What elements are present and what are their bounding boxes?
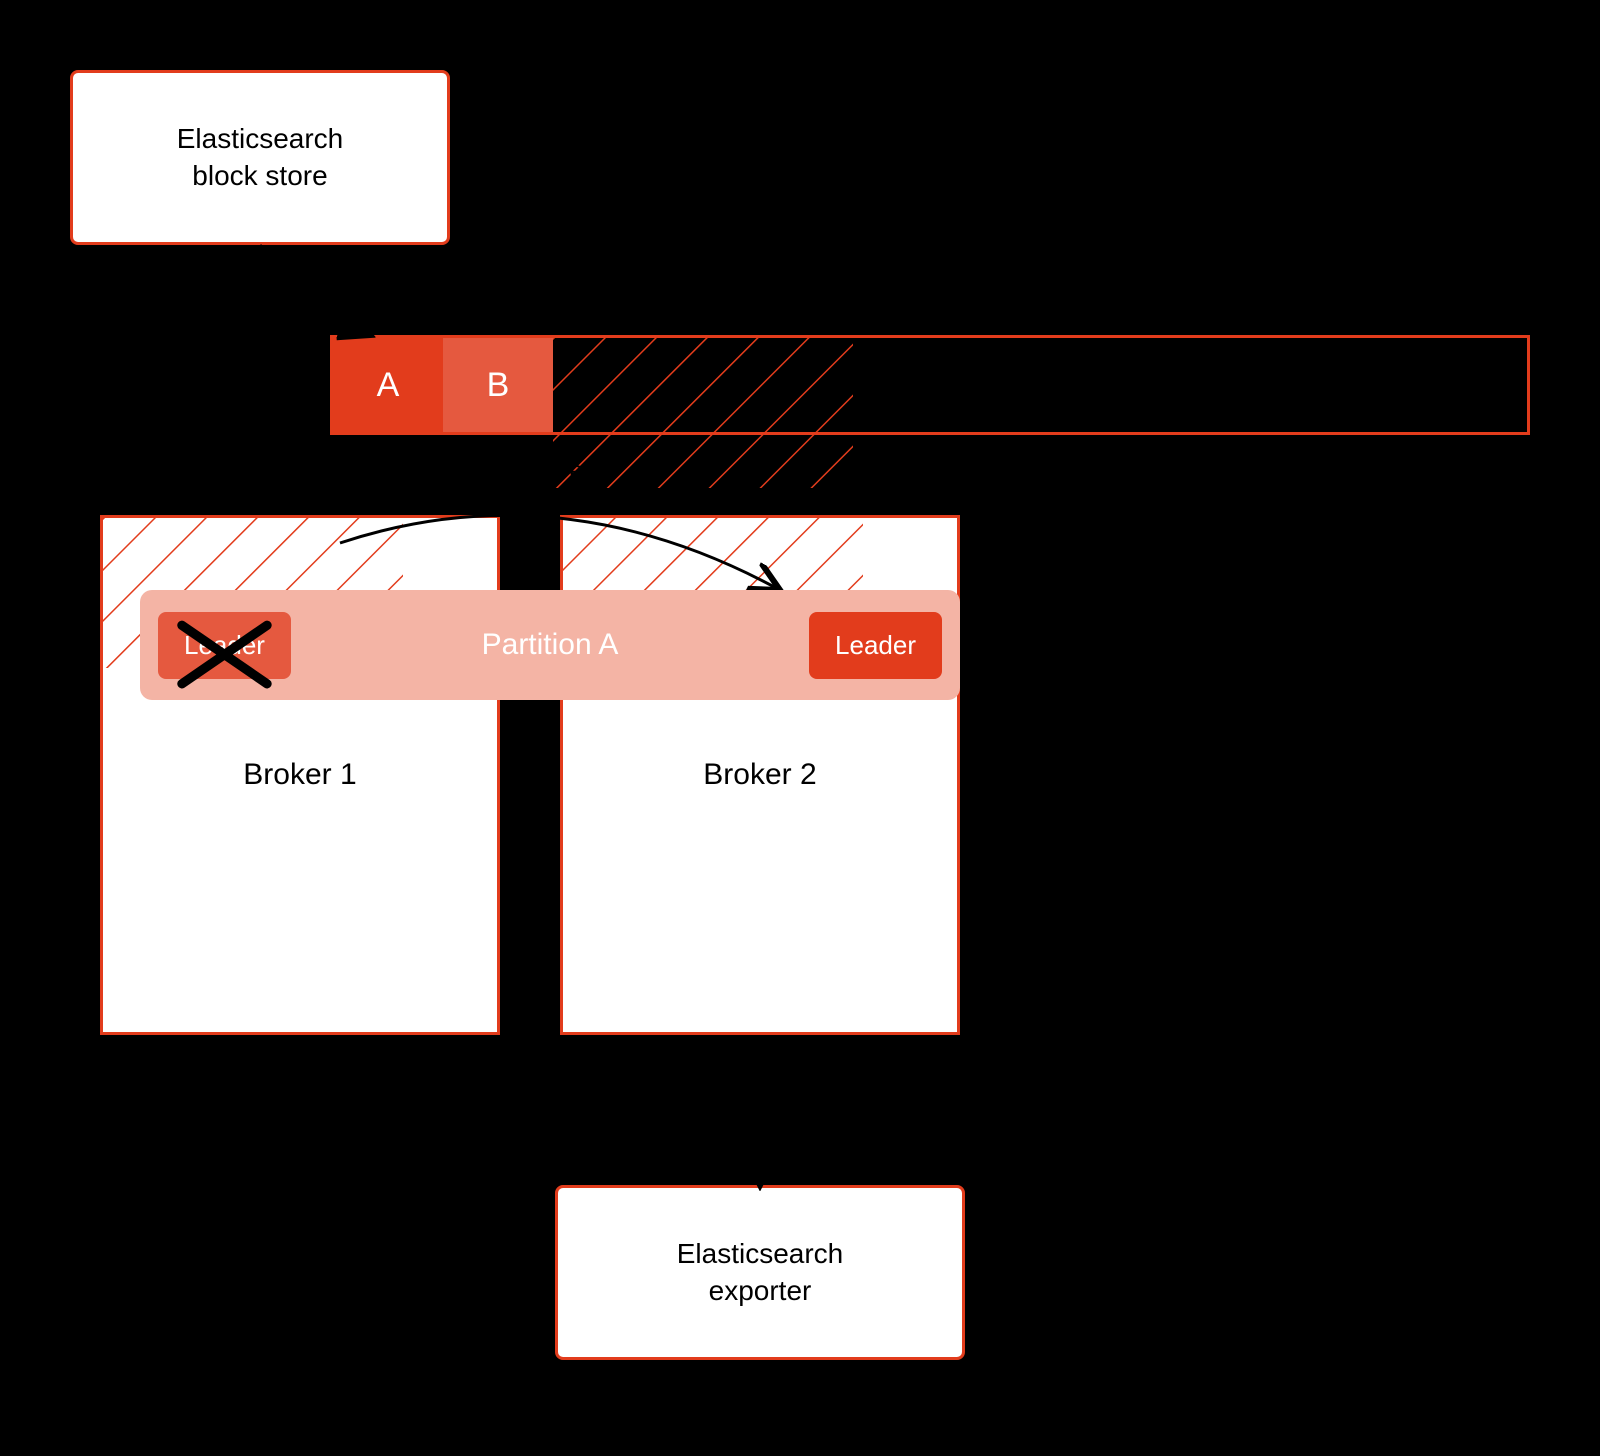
broker-1-label: Broker 1 xyxy=(243,758,356,792)
broker-2-label: Broker 2 xyxy=(703,758,816,792)
leader-new-label: Leader xyxy=(835,630,916,660)
hatch-pattern xyxy=(553,338,853,488)
partitions-label: Partitions xyxy=(977,368,1102,402)
partition-rail: Leader Partition A Leader xyxy=(140,590,960,700)
topic-partitions-area: Partitions xyxy=(553,338,1527,432)
topic-bar: A B Partitions xyxy=(330,335,1530,435)
leader-new-pill: Leader xyxy=(809,612,942,679)
arrow-label-state-stream: State stream xyxy=(790,1095,937,1126)
block-store-box: Elasticsearch block store xyxy=(70,70,450,245)
exporter-line2: exporter xyxy=(677,1273,844,1309)
topic-label: Topic xyxy=(120,370,195,407)
exporter-line1: Elasticsearch xyxy=(677,1236,844,1272)
arrow-label-failover: Failover xyxy=(500,455,592,486)
topic-tab-b: B xyxy=(443,338,553,432)
block-store-line1: Elasticsearch xyxy=(177,121,344,157)
exporter-box: Elasticsearch exporter xyxy=(555,1185,965,1360)
leader-old-pill: Leader xyxy=(158,612,291,679)
topic-tab-a: A xyxy=(333,338,443,432)
leader-old-label: Leader xyxy=(184,630,265,660)
block-store-line2: block store xyxy=(177,158,344,194)
partition-title: Partition A xyxy=(482,628,619,662)
arrow-label-write-to: Write to xyxy=(310,300,399,331)
